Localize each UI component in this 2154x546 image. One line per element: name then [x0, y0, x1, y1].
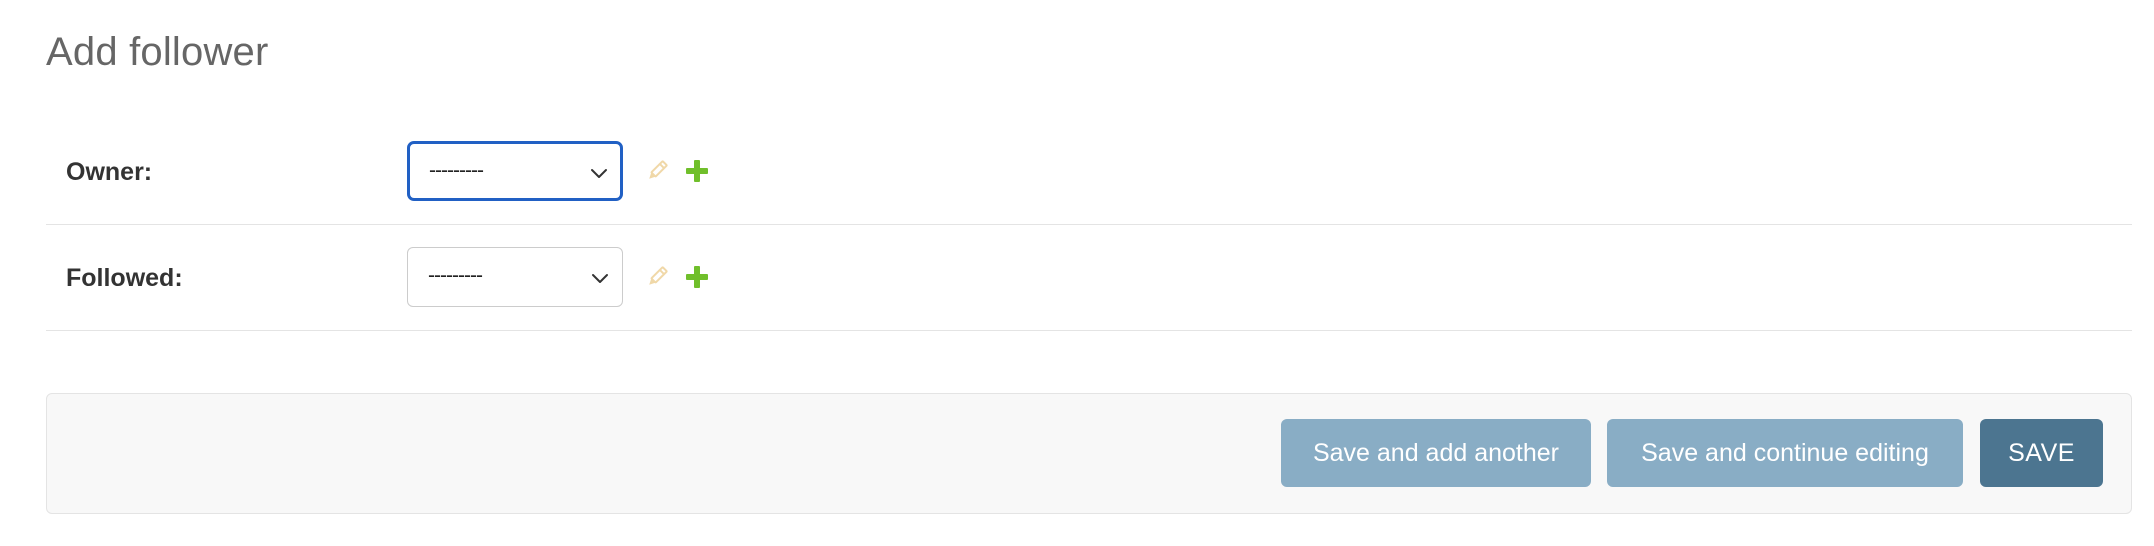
- chevron-down-icon: [591, 169, 607, 178]
- followed-label: Followed:: [66, 264, 183, 292]
- save-and-continue-button[interactable]: Save and continue editing: [1607, 419, 1963, 487]
- followed-select-value: ---------: [428, 264, 483, 287]
- add-owner-plus-icon[interactable]: [682, 156, 712, 186]
- page-title: Add follower: [46, 30, 269, 74]
- chevron-down-icon: [592, 274, 608, 283]
- submit-row: Save and add another Save and continue e…: [46, 393, 2132, 514]
- save-button[interactable]: SAVE: [1980, 419, 2103, 487]
- owner-select-value: ---------: [429, 159, 484, 182]
- form-row-followed: Followed: ---------: [46, 226, 2132, 331]
- add-followed-plus-icon[interactable]: [682, 262, 712, 292]
- save-and-add-another-button[interactable]: Save and add another: [1281, 419, 1591, 487]
- change-owner-pencil-icon[interactable]: [643, 157, 671, 185]
- owner-label: Owner:: [66, 158, 153, 186]
- owner-select[interactable]: ---------: [407, 141, 623, 201]
- followed-select[interactable]: ---------: [407, 247, 623, 307]
- form-row-owner: Owner: ---------: [46, 120, 2132, 225]
- change-followed-pencil-icon[interactable]: [643, 263, 671, 291]
